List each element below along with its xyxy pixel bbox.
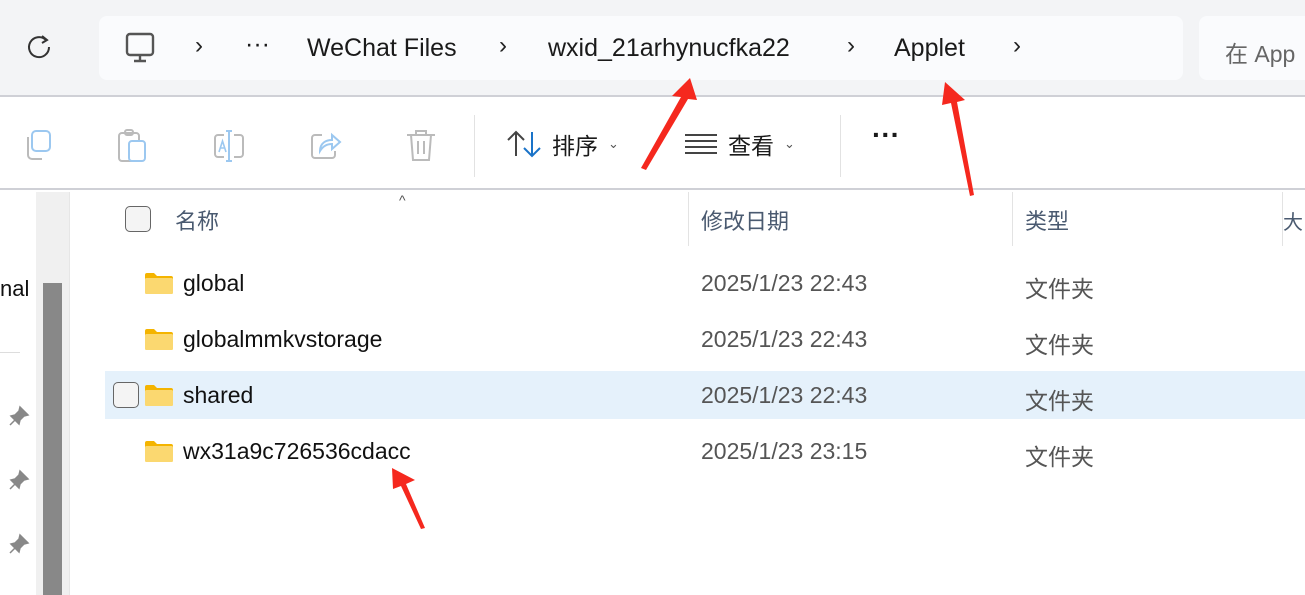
- search-placeholder: 在 App: [1225, 41, 1296, 67]
- file-name: globalmmkvstorage: [183, 326, 383, 352]
- sort-icon: [507, 130, 541, 158]
- nav-item-label[interactable]: nal: [0, 276, 29, 302]
- chevron-down-icon: ⌄: [608, 136, 619, 151]
- column-header-name[interactable]: 名称: [175, 204, 219, 236]
- file-modified: 2025/1/23 22:43: [701, 326, 868, 352]
- breadcrumb-applet[interactable]: Applet: [894, 34, 965, 63]
- column-header-size[interactable]: 大: [1283, 206, 1303, 235]
- file-type: 文件夹: [1025, 388, 1094, 414]
- file-row[interactable]: wx31a9c726536cdacc 2025/1/23 23:15 文件夹: [105, 427, 1305, 475]
- sort-button[interactable]: 排序 ⌄: [506, 127, 619, 161]
- sort-label: 排序: [552, 133, 598, 159]
- column-divider[interactable]: [688, 192, 689, 246]
- pin-icon: [8, 469, 30, 491]
- sort-ascending-icon: ^: [399, 192, 406, 208]
- breadcrumb-wechat-files[interactable]: WeChat Files: [307, 34, 457, 63]
- view-button[interactable]: 查看 ⌄: [684, 127, 795, 161]
- rename-icon[interactable]: [212, 129, 244, 163]
- title-bar: › ··· WeChat Files › wxid_21arhynucfka22…: [0, 0, 1305, 97]
- breadcrumb-overflow[interactable]: ···: [245, 30, 270, 59]
- share-icon[interactable]: [308, 129, 342, 163]
- chevron-right-icon[interactable]: ›: [499, 32, 507, 60]
- address-bar[interactable]: › ··· WeChat Files › wxid_21arhynucfka22…: [99, 16, 1183, 80]
- search-input[interactable]: 在 App: [1199, 16, 1305, 80]
- file-modified: 2025/1/23 23:15: [701, 438, 868, 464]
- file-name: wx31a9c726536cdacc: [183, 438, 411, 464]
- column-header-type[interactable]: 类型: [1025, 204, 1069, 236]
- toolbar-divider: [474, 115, 475, 177]
- folder-icon: [145, 273, 173, 294]
- delete-icon[interactable]: [405, 129, 437, 163]
- refresh-icon[interactable]: [24, 32, 54, 62]
- view-icon: [685, 134, 717, 154]
- file-name: shared: [183, 382, 254, 408]
- file-row[interactable]: globalmmkvstorage 2025/1/23 22:43 文件夹: [105, 315, 1305, 363]
- folder-icon: [145, 329, 173, 350]
- pin-icon: [8, 405, 30, 427]
- nav-divider: [0, 352, 20, 353]
- chevron-right-icon[interactable]: ›: [847, 32, 855, 60]
- more-options-button[interactable]: ···: [872, 119, 900, 151]
- folder-icon: [145, 441, 173, 462]
- chevron-right-icon[interactable]: ›: [195, 32, 203, 60]
- file-type: 文件夹: [1025, 332, 1094, 358]
- view-label: 查看: [728, 133, 774, 159]
- chevron-down-icon: ⌄: [784, 136, 795, 151]
- file-modified: 2025/1/23 22:43: [701, 382, 868, 408]
- nav-scrollbar-thumb[interactable]: [43, 283, 62, 595]
- file-type: 文件夹: [1025, 444, 1094, 470]
- row-checkbox[interactable]: [113, 382, 139, 408]
- chevron-right-icon[interactable]: ›: [1013, 32, 1021, 60]
- folder-icon: [145, 385, 173, 406]
- file-list: ^ 名称 修改日期 类型 大 global 2025/1/23 22:43 文件…: [73, 192, 1305, 595]
- pin-icon: [8, 533, 30, 555]
- breadcrumb-wxid[interactable]: wxid_21arhynucfka22: [548, 34, 790, 63]
- file-modified: 2025/1/23 22:43: [701, 270, 868, 296]
- computer-icon[interactable]: [125, 32, 157, 69]
- column-header-modified[interactable]: 修改日期: [701, 204, 789, 236]
- file-row[interactable]: global 2025/1/23 22:43 文件夹: [105, 259, 1305, 307]
- column-divider[interactable]: [1012, 192, 1013, 246]
- select-all-checkbox[interactable]: [125, 206, 151, 232]
- file-row[interactable]: shared 2025/1/23 22:43 文件夹: [105, 371, 1305, 419]
- file-type: 文件夹: [1025, 276, 1094, 302]
- file-name: global: [183, 270, 245, 296]
- copy-icon[interactable]: [22, 129, 54, 163]
- command-bar: 排序 ⌄ 查看 ⌄ ···: [0, 99, 1305, 190]
- paste-icon[interactable]: [117, 129, 149, 163]
- navigation-pane: nal: [0, 192, 38, 595]
- toolbar-divider: [840, 115, 841, 177]
